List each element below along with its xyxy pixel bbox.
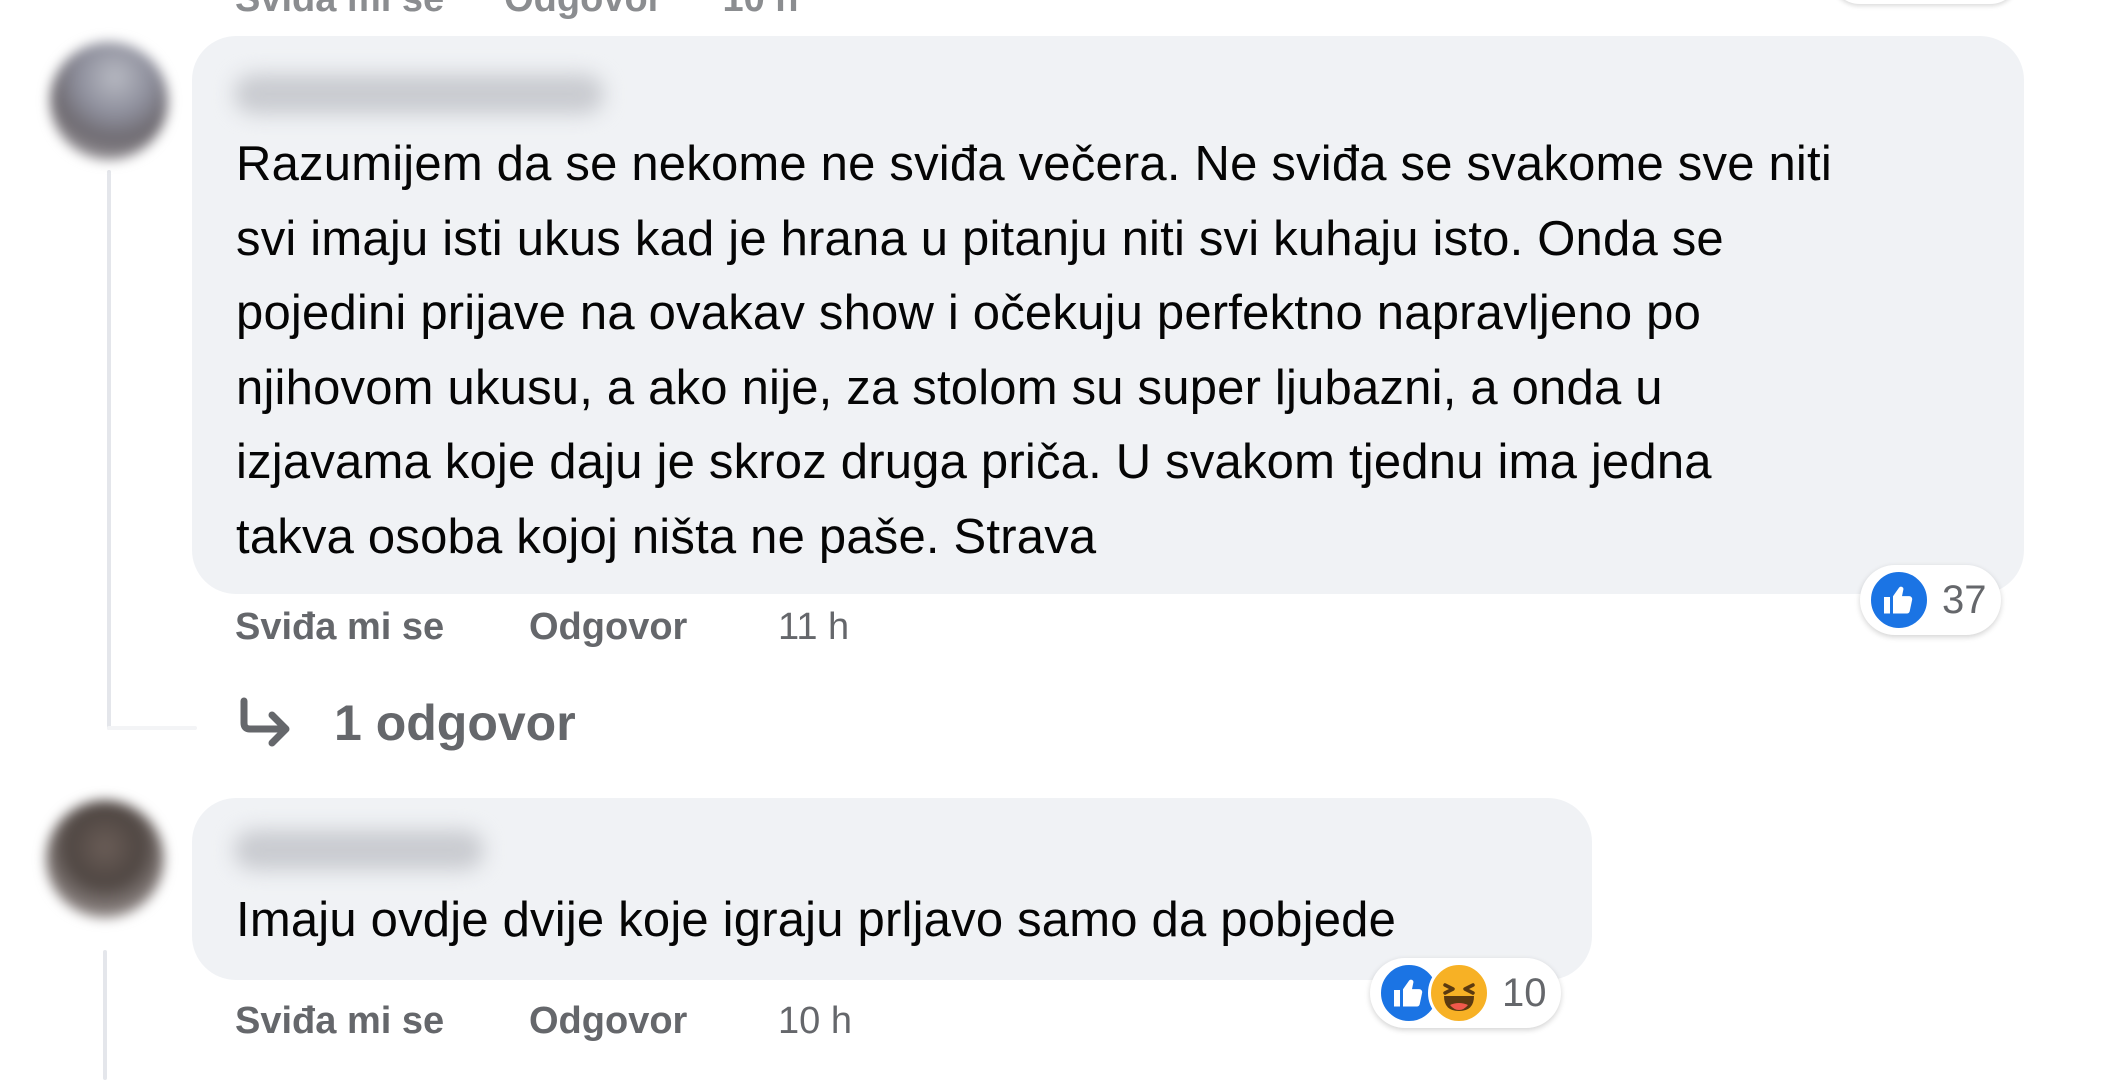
comment-actions: Sviđa mi se Odgovor 11 h [235, 606, 849, 649]
like-link[interactable]: Sviđa mi se [235, 1000, 529, 1043]
comments-section: Sviđa mi se Odgovor 10 h Razumijem da se… [0, 0, 2107, 1080]
view-replies-link[interactable]: 1 odgovor [236, 694, 576, 752]
reply-arrow-icon [240, 697, 290, 747]
timestamp[interactable]: 11 h [778, 606, 849, 649]
previous-time: 10 h [722, 0, 798, 21]
thread-line [107, 170, 111, 730]
comment-bubble: Imaju ovdje dvije koje igraju prljavo sa… [192, 798, 1592, 980]
replies-label: 1 odgovor [334, 695, 576, 751]
previous-reactions-pill[interactable] [1830, 0, 2020, 4]
comment-bubble: Razumijem da se nekome ne sviđa večera. … [192, 36, 2024, 594]
comment-text: Imaju ovdje dvije koje igraju prljavo sa… [236, 893, 1397, 947]
thread-line [103, 950, 107, 1080]
reply-link[interactable]: Odgovor [529, 606, 778, 649]
reactions-pill[interactable]: 37 [1860, 565, 2001, 635]
previous-comment-actions: Sviđa mi se Odgovor 10 h [235, 0, 799, 21]
reaction-count: 10 [1502, 970, 1547, 1015]
reactions-pill[interactable]: 10 [1370, 958, 1561, 1028]
author-name-redacted[interactable] [234, 830, 484, 870]
previous-like-link[interactable]: Sviđa mi se [235, 0, 444, 21]
comment-text: Razumijem da se nekome ne sviđa večera. … [236, 137, 1832, 564]
haha-icon [1428, 962, 1490, 1024]
reply-link[interactable]: Odgovor [529, 1000, 778, 1043]
previous-reply-link[interactable]: Odgovor [504, 0, 662, 21]
author-name-redacted[interactable] [234, 74, 604, 114]
comment-actions: Sviđa mi se Odgovor 10 h [235, 1000, 852, 1043]
avatar[interactable] [46, 800, 164, 918]
like-icon [1868, 569, 1930, 631]
like-link[interactable]: Sviđa mi se [235, 606, 529, 649]
avatar[interactable] [50, 42, 168, 160]
thread-line-corner [107, 726, 197, 730]
timestamp[interactable]: 10 h [778, 1000, 852, 1043]
reaction-count: 37 [1942, 577, 1987, 622]
